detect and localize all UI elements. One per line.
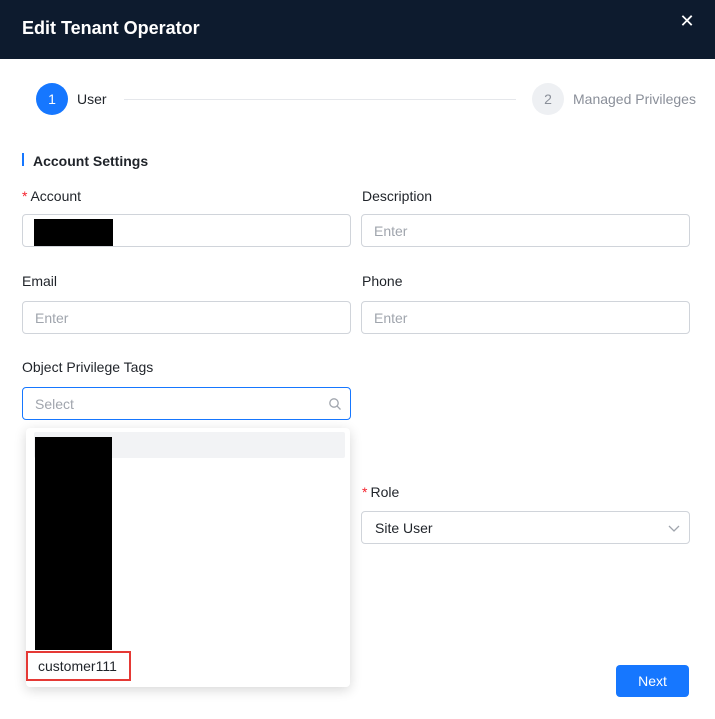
phone-label: Phone [362, 273, 403, 289]
chevron-down-icon [668, 525, 680, 532]
role-label: * Role [362, 484, 399, 500]
dialog-header: Edit Tenant Operator ✕ [0, 0, 715, 59]
phone-input[interactable] [361, 301, 690, 334]
dropdown-option-customer111[interactable]: customer111 [26, 651, 131, 681]
description-label: Description [362, 188, 433, 204]
step-1-number[interactable]: 1 [36, 83, 68, 115]
required-mark: * [362, 484, 368, 500]
email-input[interactable] [22, 301, 351, 334]
account-label-text: Account [30, 188, 82, 204]
redacted-account-value [34, 219, 113, 246]
description-input[interactable] [361, 214, 690, 247]
search-icon [329, 398, 341, 410]
role-label-text: Role [370, 484, 400, 500]
redacted-dropdown-options [35, 437, 112, 650]
email-label: Email [22, 273, 58, 289]
required-mark: * [22, 188, 28, 204]
object-privilege-tags-select[interactable] [22, 387, 351, 420]
step-1-label[interactable]: User [77, 91, 107, 107]
next-button[interactable]: Next [616, 665, 689, 697]
step-2-label[interactable]: Managed Privileges [573, 91, 696, 107]
section-accent-bar [22, 153, 24, 166]
tags-dropdown: customer111 [26, 428, 350, 687]
role-select[interactable]: Site User [361, 511, 690, 544]
section-title: Account Settings [33, 153, 149, 169]
object-privilege-tags-label: Object Privilege Tags [22, 359, 154, 375]
account-label: * Account [22, 188, 81, 204]
step-2-number[interactable]: 2 [532, 83, 564, 115]
step-connector [124, 99, 516, 100]
dialog-title: Edit Tenant Operator [22, 18, 200, 38]
close-icon[interactable]: ✕ [676, 10, 698, 32]
role-select-value: Site User [375, 520, 433, 536]
